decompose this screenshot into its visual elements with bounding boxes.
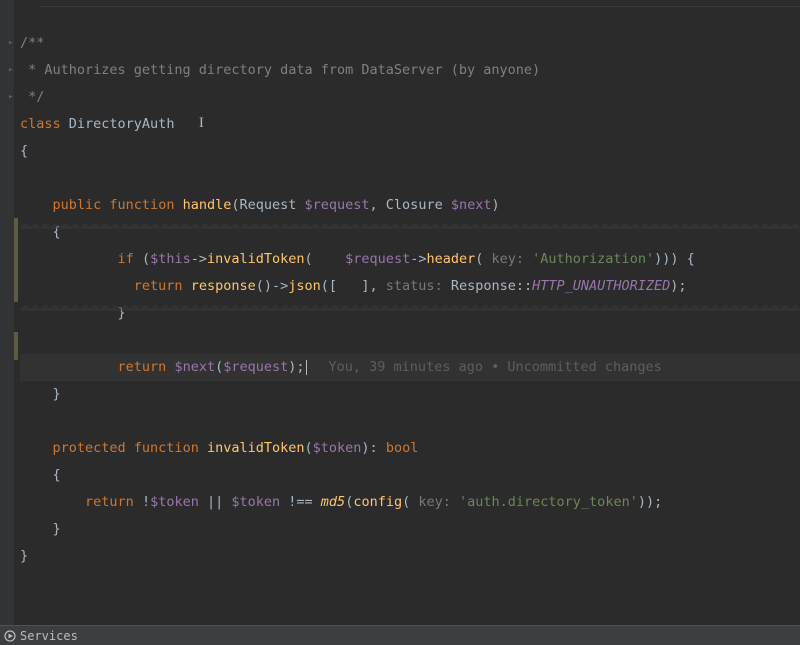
doc-comment: /** — [20, 35, 44, 51]
git-blame-annotation: You, 39 minutes ago • Uncommitted change… — [307, 359, 662, 375]
brace: } — [53, 521, 61, 537]
doc-comment-end: */ — [20, 89, 44, 105]
if-stmt: if ($this->invalidToken( $request->heade… — [20, 246, 800, 273]
class-decl: class DirectoryAuth I — [20, 111, 800, 138]
status-bar[interactable]: Services — [0, 625, 800, 645]
text-cursor-icon: I — [199, 110, 204, 137]
method-invalidtoken: protected function invalidToken($token):… — [20, 435, 800, 462]
return-bool: return !$token || $token !== md5(config(… — [20, 489, 800, 516]
services-label[interactable]: Services — [20, 629, 78, 643]
doc-comment-line: * Authorizes getting directory data from… — [20, 62, 540, 78]
code-editor[interactable]: ▸/** ▸ * Authorizes getting directory da… — [0, 0, 800, 625]
brace: { — [53, 467, 61, 483]
services-icon[interactable] — [4, 630, 16, 642]
brace: } — [20, 548, 28, 564]
return-json: return response()->json([ ], status: Res… — [20, 273, 800, 300]
method-handle: public function handle(Request $request,… — [20, 192, 800, 219]
brace: { — [20, 143, 28, 159]
code-content[interactable]: ▸/** ▸ * Authorizes getting directory da… — [20, 0, 800, 625]
current-line: return $next($request);You, 39 minutes a… — [20, 354, 800, 381]
brace: } — [53, 386, 61, 402]
